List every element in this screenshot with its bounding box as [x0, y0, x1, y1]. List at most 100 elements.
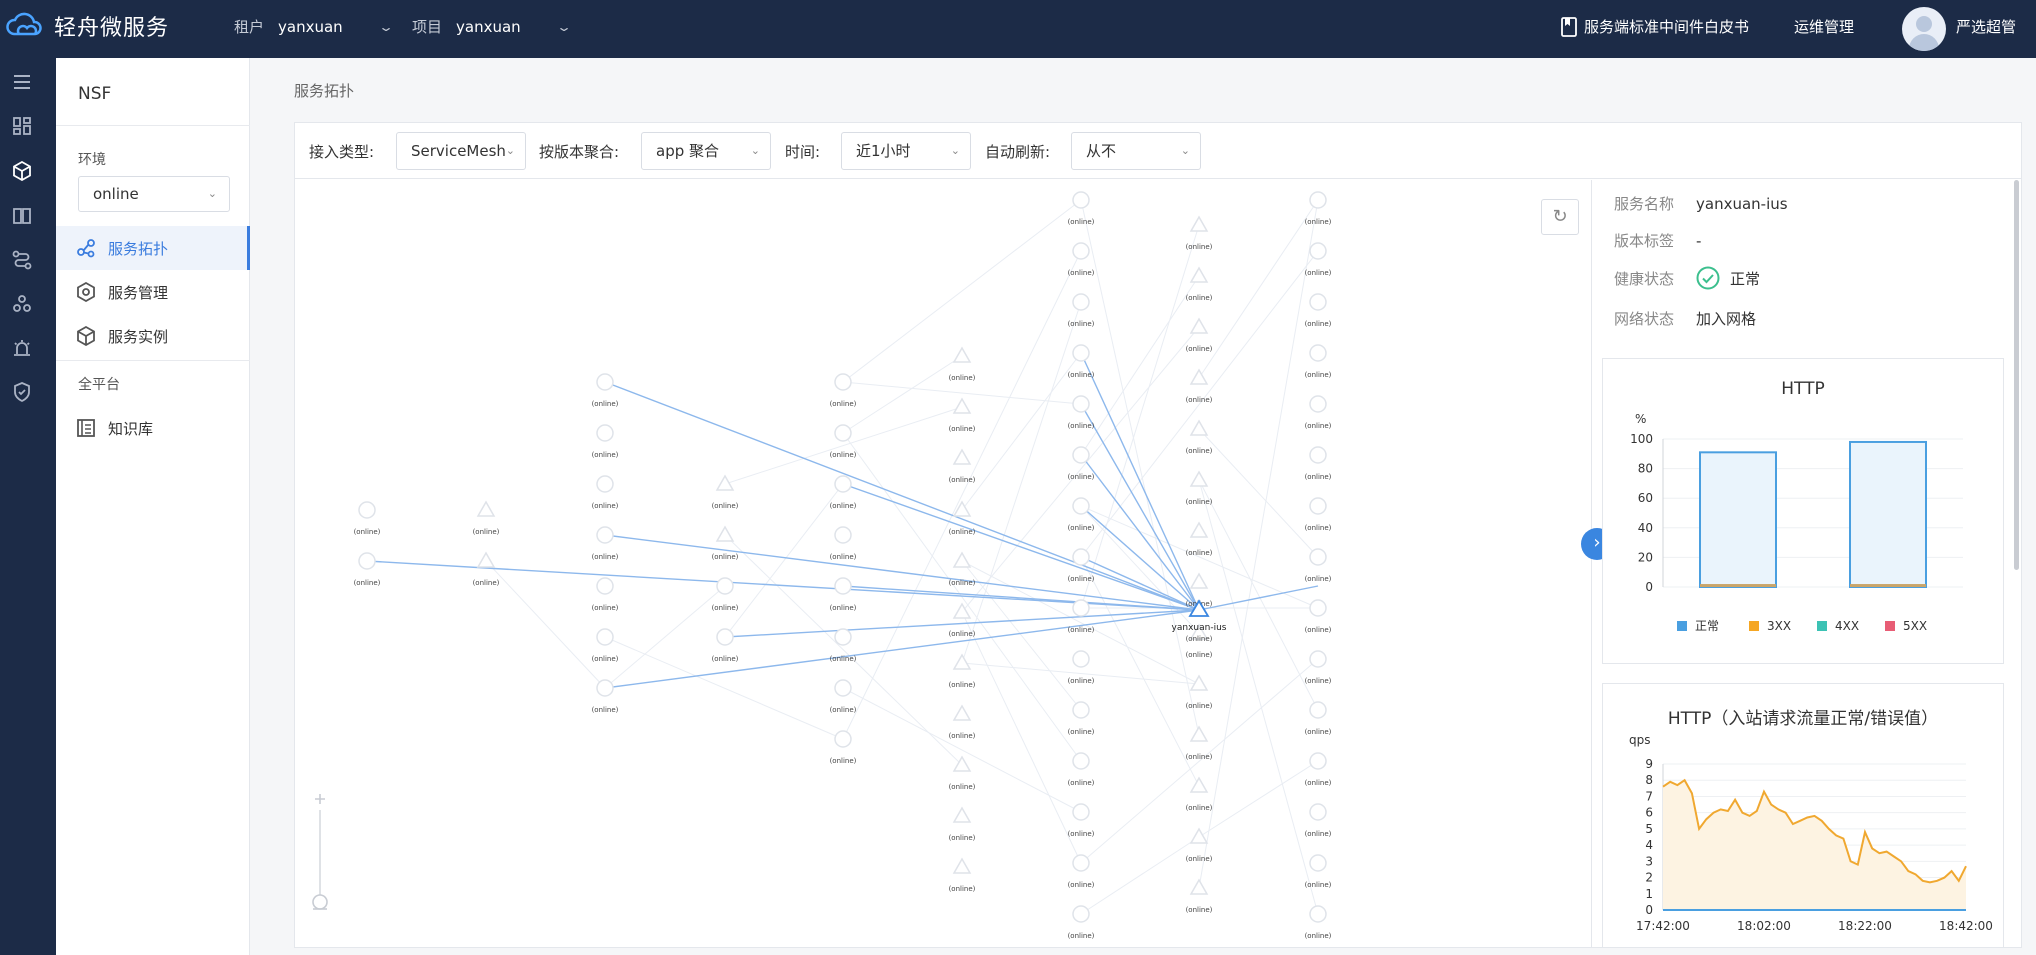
topology-edge	[724, 406, 963, 485]
topology-edge-active	[1198, 585, 1319, 611]
topology-edge	[604, 585, 726, 689]
ops-menu[interactable]: 运维管理	[1794, 16, 1854, 37]
legend-label: 3XX	[1767, 619, 1791, 633]
topology-node	[952, 500, 972, 517]
node-status-label: (online)	[592, 451, 619, 459]
project-select[interactable]: 项目 yanxuan ⌄	[412, 16, 572, 37]
topology-canvas[interactable]: (online) (online) (online) (online) (online)…	[295, 180, 1591, 947]
node-status-label: (online)	[1068, 779, 1095, 787]
book-open-icon[interactable]	[12, 206, 32, 226]
health-label: 健康状态	[1614, 269, 1675, 288]
shield-icon[interactable]	[12, 382, 32, 402]
tenant-select[interactable]: 租户 yanxuan ⌄	[234, 16, 394, 37]
sidebar-item-knowledge-base[interactable]: 知识库	[56, 406, 250, 450]
tenant-value: yanxuan	[278, 17, 343, 36]
topology-node	[1309, 701, 1327, 719]
topology-node	[1189, 827, 1209, 844]
topology-edge	[1080, 199, 1200, 736]
topology-node	[1309, 905, 1327, 923]
access-type-select[interactable]: ServiceMesh ⌄	[396, 132, 526, 170]
env-select[interactable]: online ⌄	[78, 176, 230, 212]
y-tick-label: 40	[1638, 521, 1653, 535]
icon-rail	[0, 58, 56, 955]
tenant-label: 租户	[234, 18, 265, 36]
health-row: 健康状态 正常	[1614, 266, 1760, 290]
dashboard-icon[interactable]	[12, 116, 32, 136]
zoom-slider[interactable]	[305, 790, 335, 910]
node-status-label: (online)	[949, 885, 976, 893]
bar-chart-canvas: % 0 20 40 60 80 100 正常 3XX 4XX 5XX	[1630, 412, 1963, 633]
menu-icon[interactable]	[12, 72, 32, 92]
http-traffic-chart: HTTP（入站请求流量正常/错误值） qps 0 1 2 3 4 5 6 7 8 9 17:42:00…	[1602, 683, 2004, 947]
topology-graph[interactable]: (online) (online) (online) (online) (online)…	[295, 180, 1591, 947]
user-menu[interactable]: 严选超管	[1956, 16, 2016, 37]
y-tick-label: 8	[1645, 773, 1653, 787]
y-tick-label: 4	[1645, 838, 1653, 852]
node-status-label: (online)	[949, 476, 976, 484]
scrollbar[interactable]	[2014, 180, 2019, 570]
node-status-label: (online)	[830, 451, 857, 459]
topology-node	[596, 679, 614, 697]
topology-node	[952, 602, 972, 619]
topology-node	[596, 577, 614, 595]
cube-icon[interactable]	[12, 161, 32, 181]
node-status-label: (online)	[1068, 320, 1095, 328]
topology-edge	[1198, 760, 1319, 838]
alarm-icon[interactable]	[12, 338, 32, 358]
topology-edge	[961, 560, 1082, 711]
refresh-icon[interactable]: ↻	[1541, 199, 1579, 235]
y-tick-label: 7	[1645, 789, 1653, 803]
node-status-label: (online)	[949, 528, 976, 536]
topology-node	[1309, 395, 1327, 413]
bar-normal	[1849, 440, 1927, 588]
topology-node	[596, 373, 614, 391]
node-status-label: (online)	[1186, 345, 1213, 353]
chevron-down-icon: ⌄	[377, 19, 394, 34]
y-tick-label: 60	[1638, 491, 1653, 505]
topology-node	[1189, 725, 1209, 742]
node-status-label: (online)	[1068, 575, 1095, 583]
y-tick-label: 9	[1645, 757, 1653, 771]
topology-edge-active	[604, 534, 1200, 611]
chevron-down-icon: ⌄	[555, 19, 572, 34]
topology-node	[952, 857, 972, 874]
service-name-row: 服务名称 yanxuan-ius	[1614, 193, 1788, 214]
auto-refresh-select[interactable]: 从不 ⌄	[1071, 132, 1201, 170]
sidebar-item-topology[interactable]: 服务拓扑	[56, 226, 250, 270]
cluster-icon[interactable]	[12, 294, 32, 314]
topology-node	[1309, 446, 1327, 464]
chevron-down-icon: ⌄	[950, 144, 960, 157]
node-status-label: (online)	[949, 579, 976, 587]
topology-node	[1189, 419, 1209, 436]
network-value: 加入网格	[1696, 310, 1757, 328]
avatar[interactable]	[1902, 7, 1946, 51]
access-type-label: 接入类型:	[309, 143, 375, 161]
sidebar-item-service-instance[interactable]: 服务实例	[56, 314, 250, 358]
topology-icon	[77, 239, 95, 258]
sidebar-item-service-management[interactable]: 服务管理	[56, 270, 250, 314]
node-status-label: (online)	[473, 579, 500, 587]
node-status-label: (online)	[830, 706, 857, 714]
version-tag-row: 版本标签 -	[1614, 230, 1701, 251]
node-status-label: (online)	[1068, 677, 1095, 685]
topology-node	[1309, 293, 1327, 311]
version-agg-select[interactable]: app 聚合 ⌄	[641, 132, 771, 170]
node-status-label: (online)	[1305, 371, 1332, 379]
route-icon[interactable]	[12, 250, 32, 270]
node-status-label: (online)	[949, 681, 976, 689]
line-chart-canvas: qps 0 1 2 3 4 5 6 7 8 9 17:42:00 18:02:00 18:22:00 18:…	[1629, 733, 1993, 933]
node-status-label: (online)	[592, 553, 619, 561]
topology-node	[1189, 521, 1209, 538]
topology-node	[1072, 650, 1090, 668]
node-status-label: (online)	[830, 502, 857, 510]
topology-node	[834, 424, 852, 442]
whitepaper-link[interactable]: 服务端标准中间件白皮书	[1560, 16, 1749, 37]
document-icon	[1561, 16, 1577, 37]
topology-node	[952, 653, 972, 670]
brand[interactable]: 轻舟微服务	[4, 10, 169, 42]
legend-label: 4XX	[1835, 619, 1859, 633]
time-select[interactable]: 近1小时 ⌄	[841, 132, 971, 170]
topology-node	[952, 397, 972, 414]
node-status-label: (online)	[1305, 677, 1332, 685]
top-bar: 轻舟微服务 租户 yanxuan ⌄ 项目 yanxuan ⌄ 服务端标准中间件…	[0, 0, 2036, 58]
